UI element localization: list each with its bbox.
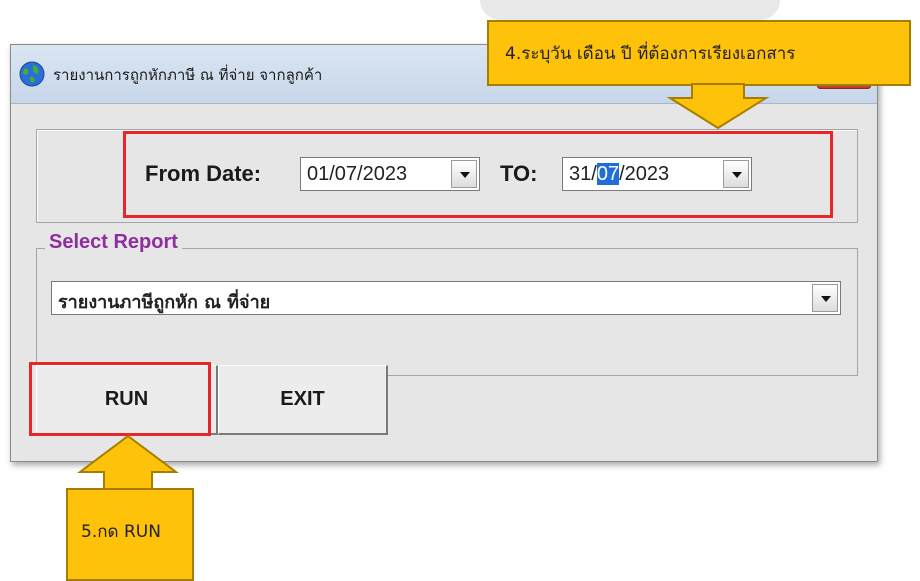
chevron-down-icon[interactable] [812,284,838,312]
report-select[interactable]: รายงานภาษีถูกหัก ณ ที่จ่าย [51,281,841,315]
window-title: รายงานการถูกหักภาษี ณ ที่จ่าย จากลูกค้า [53,66,323,84]
step4-callout-text: 4.ระบุวัน เดือน ปี ที่ต้องการเรียงเอกสาร [505,44,796,64]
arrow-up-icon [77,434,179,491]
select-report-group: Select Report รายงานภาษีถูกหัก ณ ที่จ่าย [36,231,858,376]
arrow-down-icon [666,83,770,130]
step4-callout: 4.ระบุวัน เดือน ปี ที่ต้องการเรียงเอกสาร [487,20,911,86]
step5-callout: 5.กด RUN [66,488,194,581]
step5-callout-text: 5.กด RUN [81,522,161,542]
date-range-highlight [123,131,833,218]
select-report-legend: Select Report [45,231,182,254]
exit-button[interactable]: EXIT [218,365,388,435]
watermark-shape [480,0,780,20]
run-button-highlight [29,362,211,436]
report-select-value: รายงานภาษีถูกหัก ณ ที่จ่าย [58,292,271,313]
globe-icon [19,61,45,87]
